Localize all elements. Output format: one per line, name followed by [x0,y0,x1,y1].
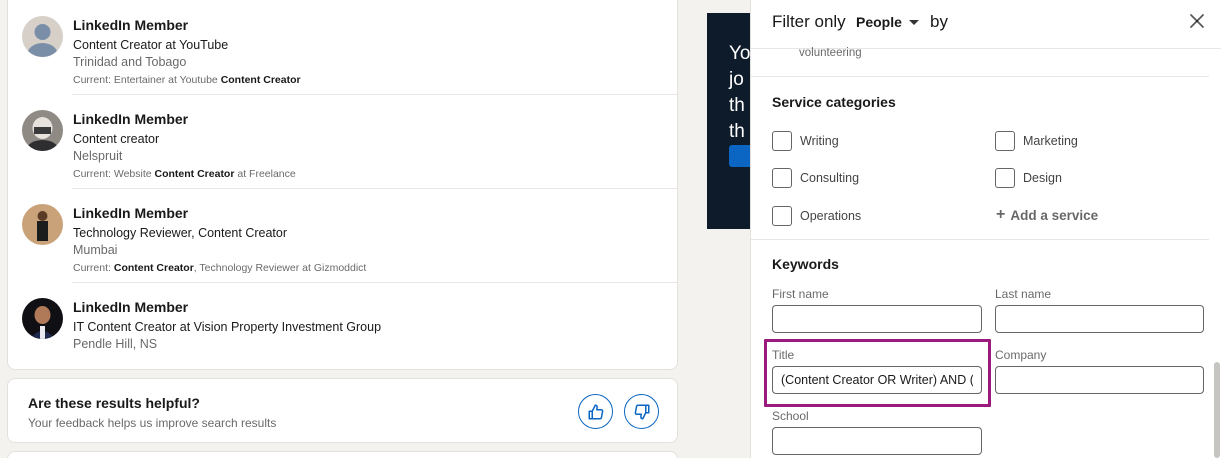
result-item[interactable]: LinkedIn Member Content creator Nelsprui… [8,95,677,189]
result-name[interactable]: LinkedIn Member [73,111,188,127]
checkbox-label[interactable]: Writing [800,134,839,148]
result-name[interactable]: LinkedIn Member [73,299,188,315]
close-button[interactable] [1187,11,1207,31]
checkbox-design[interactable]: Design [995,168,1062,188]
add-service-button[interactable]: + Add a service [996,206,1098,224]
filter-panel-header: Filter only People by [751,0,1221,49]
result-location: Nelspruit [73,149,123,163]
company-input[interactable] [995,366,1204,394]
ad-text-line: jo [729,69,744,90]
close-icon [1190,14,1204,28]
checkbox-box[interactable] [772,168,792,188]
avatar[interactable] [22,16,63,57]
volunteering-option-label: volunteering [799,47,862,59]
school-label: School [772,409,809,423]
ad-text-line: th [729,121,745,142]
checkbox-writing[interactable]: Writing [772,131,839,151]
filter-type-dropdown[interactable]: People [856,14,902,30]
by-label: by [930,12,948,31]
company-label: Company [995,348,1047,362]
add-service-label[interactable]: Add a service [1010,208,1098,223]
school-input[interactable] [772,427,982,455]
title-field-highlight [764,339,991,407]
divider [751,239,1209,240]
caret-down-icon[interactable] [909,20,919,25]
result-name[interactable]: LinkedIn Member [73,205,188,221]
ad-text-line: th [729,95,745,116]
last-name-label: Last name [995,287,1052,301]
first-name-label: First name [772,287,829,301]
current-prefix: Current: [73,262,114,274]
checkbox-label[interactable]: Design [1023,171,1062,185]
avatar[interactable] [22,298,63,339]
ad-cta-button[interactable] [729,145,751,167]
result-current-position: Current: Entertainer at Youtube Content … [73,74,301,86]
checkbox-label[interactable]: Operations [800,209,861,223]
result-headline: Content creator [73,132,160,146]
service-categories-title: Service categories [772,94,896,110]
checkbox-operations[interactable]: Operations [772,206,861,226]
avatar[interactable] [22,204,63,245]
scrollbar[interactable] [1214,362,1220,458]
thumbs-down-button[interactable] [624,394,659,429]
current-suffix: at Freelance [234,168,296,180]
result-item[interactable]: LinkedIn Member IT Content Creator at Vi… [8,283,677,377]
result-headline: Technology Reviewer, Content Creator [73,226,288,240]
result-headline: IT Content Creator at Vision Property In… [73,320,382,334]
checkbox-label[interactable]: Consulting [800,171,859,185]
result-headline: Content Creator at YouTube [73,38,229,52]
next-card [7,451,678,458]
last-name-input[interactable] [995,305,1204,333]
divider [751,76,1209,77]
search-results-list: LinkedIn Member Content Creator at YouTu… [7,0,678,370]
result-name[interactable]: LinkedIn Member [73,17,188,33]
keywords-title: Keywords [772,256,839,272]
thumbs-up-icon [588,404,603,419]
avatar[interactable] [22,110,63,151]
result-current-position: Current: Content Creator, Technology Rev… [73,262,366,274]
first-name-input[interactable] [772,305,982,333]
thumbs-down-icon [634,404,649,419]
sidebar-ad[interactable]: Yo jo th th [707,13,751,229]
result-location: Trinidad and Tobago [73,55,187,69]
result-current-position: Current: Website Content Creator at Free… [73,168,296,180]
filter-only-label: Filter only [772,12,846,31]
result-item[interactable]: LinkedIn Member Content Creator at YouTu… [8,1,677,95]
current-keyword-match: Content Creator [220,74,301,86]
ad-text-line: Yo [729,43,751,64]
feedback-subtitle: Your feedback helps us improve search re… [28,416,277,430]
checkbox-consulting[interactable]: Consulting [772,168,859,188]
result-location: Pendle Hill, NS [73,337,158,351]
checkbox-box[interactable] [995,131,1015,151]
result-item[interactable]: LinkedIn Member Technology Reviewer, Con… [8,189,677,283]
current-suffix: , Technology Reviewer at Gizmoddict [193,262,367,274]
checkbox-box[interactable] [995,168,1015,188]
plus-icon: + [996,206,1006,223]
filter-panel: Filter only People by volunteering Servi… [750,0,1221,458]
checkbox-marketing[interactable]: Marketing [995,131,1078,151]
result-location: Mumbai [73,243,118,257]
current-keyword-match: Content Creator [154,168,235,180]
current-prefix: Current: Entertainer at Youtube [73,74,221,86]
feedback-title: Are these results helpful? [28,395,200,411]
feedback-card: Are these results helpful? Your feedback… [7,378,678,443]
checkbox-box[interactable] [772,206,792,226]
current-prefix: Current: Website [73,168,155,180]
thumbs-up-button[interactable] [578,394,613,429]
current-keyword-match: Content Creator [113,262,194,274]
checkbox-label[interactable]: Marketing [1023,134,1078,148]
checkbox-box[interactable] [772,131,792,151]
